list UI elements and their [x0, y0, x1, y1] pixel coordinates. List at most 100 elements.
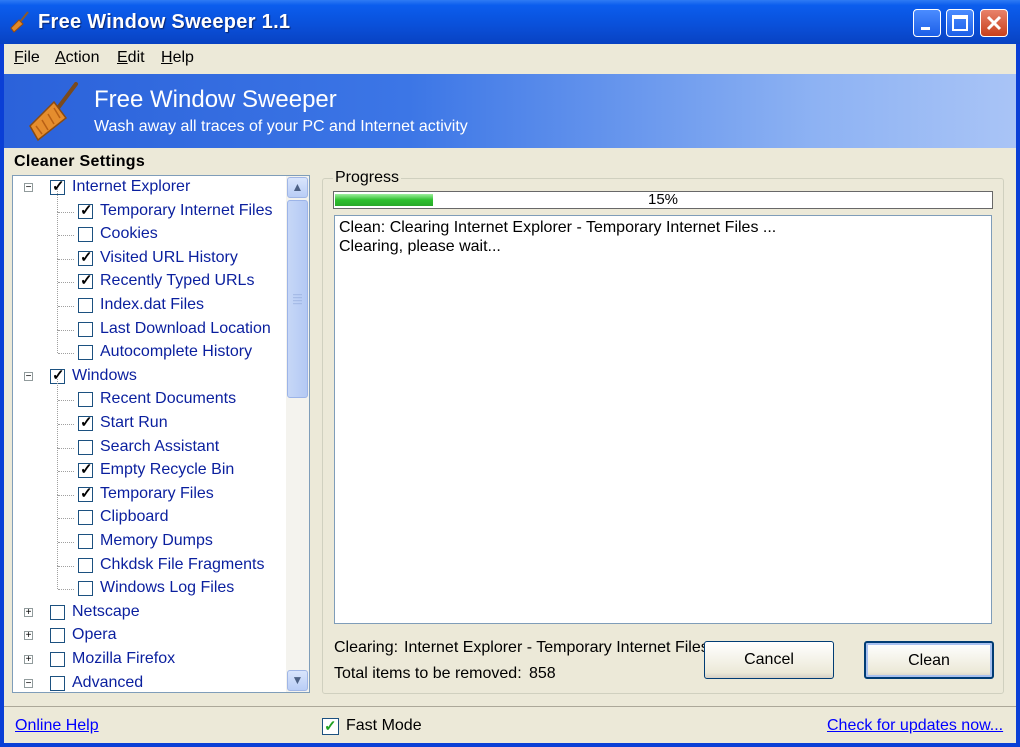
- total-items-label: Total items to be removed:: [334, 665, 522, 682]
- tree-item[interactable]: ✓ Visited URL History: [13, 235, 285, 271]
- tree-checkbox[interactable]: [50, 652, 65, 667]
- scroll-thumb[interactable]: — — — —: [287, 200, 308, 398]
- tree-checkbox[interactable]: ✓: [78, 485, 93, 502]
- tree-connector: [57, 283, 58, 306]
- tree-item[interactable]: Memory Dumps: [13, 519, 285, 554]
- tree-item[interactable]: ✓ Recently Typed URLs: [13, 259, 285, 294]
- menu-edit[interactable]: Edit: [117, 49, 145, 67]
- tree-checkbox[interactable]: [50, 628, 65, 644]
- tree-connector: [57, 306, 58, 330]
- tree-item[interactable]: Recent Documents: [13, 377, 285, 412]
- scroll-grip-icon: — — — —: [293, 289, 302, 308]
- cleaner-settings-tree[interactable]: − ✓ Internet Explorer ✓ Temporary Internet F…: [12, 175, 310, 693]
- tree-item[interactable]: Chkdsk File Fragments: [13, 542, 285, 578]
- maximize-icon: [952, 15, 968, 31]
- tree-connector: [58, 542, 74, 543]
- tree-checkbox[interactable]: [50, 604, 65, 620]
- tree-checkbox[interactable]: [78, 534, 93, 549]
- clearing-label: Clearing:: [334, 639, 399, 656]
- clean-button[interactable]: Clean: [864, 641, 994, 679]
- tree-item[interactable]: Autocomplete History: [13, 330, 285, 365]
- tree-checkbox[interactable]: [78, 557, 93, 573]
- tree-checkbox[interactable]: [78, 510, 93, 526]
- tree-connector: [58, 518, 74, 520]
- tree-item[interactable]: − ✓ Windows: [13, 366, 285, 389]
- fast-mode-label: Fast Mode: [346, 717, 422, 734]
- broom-logo-icon: [29, 82, 78, 142]
- tree-item-label: Opera: [72, 626, 117, 644]
- minimize-icon: [921, 27, 930, 30]
- checkmark-icon: ✓: [80, 201, 93, 219]
- menu-file[interactable]: File: [14, 49, 40, 67]
- collapse-icon[interactable]: −: [24, 371, 33, 381]
- tree-item[interactable]: Cookies: [13, 212, 285, 247]
- tree-item[interactable]: ✓ Start Run: [13, 401, 285, 436]
- close-button[interactable]: [980, 9, 1008, 37]
- tree-checkbox[interactable]: ✓: [78, 414, 93, 431]
- tree-checkbox[interactable]: [78, 227, 93, 243]
- tree-item-label: Chkdsk File Fragments: [100, 555, 265, 573]
- tree-item[interactable]: + Opera: [13, 625, 285, 648]
- menu-help[interactable]: Help: [161, 49, 194, 67]
- check-updates-link[interactable]: Check for updates now...: [827, 717, 1003, 735]
- tree-connector: [58, 565, 74, 567]
- menu-action[interactable]: Action: [55, 49, 99, 67]
- tree-connector: [58, 424, 74, 425]
- tree-checkbox[interactable]: [78, 345, 93, 361]
- tree-item[interactable]: ✓ Empty Recycle Bin: [13, 448, 285, 483]
- tree-item[interactable]: Index.dat Files: [13, 283, 285, 318]
- scroll-up-button[interactable]: ▲: [287, 177, 308, 198]
- tree-checkbox[interactable]: [78, 392, 93, 408]
- tree-connector: [58, 589, 74, 591]
- tree-item-label: Autocomplete History: [100, 343, 253, 361]
- footer-divider: [4, 706, 1016, 707]
- title-bar[interactable]: Free Window Sweeper 1.1: [0, 0, 1020, 44]
- tree-item-label: Memory Dumps: [100, 532, 213, 549]
- online-help-link[interactable]: Online Help: [15, 717, 99, 735]
- tree-item[interactable]: + Mozilla Firefox: [13, 649, 285, 672]
- expand-icon[interactable]: +: [24, 631, 33, 641]
- tree-checkbox[interactable]: [78, 321, 93, 337]
- cancel-button[interactable]: Cancel: [704, 641, 834, 679]
- log-output[interactable]: Clean: Clearing Internet Explorer - Temp…: [334, 215, 992, 624]
- scroll-down-button[interactable]: ▼: [287, 670, 308, 691]
- tree-item[interactable]: − Advanced: [13, 673, 285, 692]
- log-line: Clearing, please wait...: [339, 238, 501, 255]
- close-icon: [986, 15, 1002, 31]
- tree-item[interactable]: Clipboard: [13, 495, 285, 530]
- tree-connector: [58, 282, 74, 284]
- tree-checkbox[interactable]: ✓: [78, 461, 93, 479]
- tree-connector: [58, 400, 74, 402]
- tree-item[interactable]: + Netscape: [13, 602, 285, 625]
- tree-checkbox[interactable]: [78, 298, 93, 313]
- total-items-value: 858: [529, 665, 556, 682]
- tree-connector: [58, 258, 74, 260]
- expand-icon[interactable]: +: [24, 655, 33, 665]
- collapse-icon[interactable]: −: [24, 183, 33, 193]
- tree-item[interactable]: ✓ Temporary Files: [13, 471, 285, 507]
- tree-connector: [57, 566, 58, 590]
- tree-item[interactable]: Windows Log Files: [13, 566, 285, 601]
- tree-connector: [57, 471, 58, 495]
- tree-scrollbar[interactable]: ▲ — — — — ▼: [286, 176, 309, 692]
- maximize-button[interactable]: [946, 9, 974, 37]
- tree-item-label: Clipboard: [100, 508, 169, 526]
- expand-icon[interactable]: +: [24, 607, 33, 617]
- tree-item-label: Last Download Location: [100, 319, 271, 337]
- tree-checkbox[interactable]: ✓: [78, 249, 93, 266]
- tree-checkbox[interactable]: [50, 675, 65, 691]
- tree-checkbox[interactable]: ✓: [78, 201, 93, 219]
- minimize-button[interactable]: [913, 9, 941, 37]
- tree-checkbox[interactable]: [78, 439, 93, 455]
- tree-item[interactable]: − ✓ Internet Explorer: [13, 177, 285, 200]
- log-line: Clean: Clearing Internet Explorer - Temp…: [339, 219, 777, 236]
- tree-item[interactable]: Search Assistant: [13, 424, 285, 460]
- tree-item-label: Visited URL History: [100, 248, 238, 266]
- tree-checkbox[interactable]: ✓: [78, 272, 93, 290]
- tree-item[interactable]: Last Download Location: [13, 306, 285, 342]
- tree-item[interactable]: ✓ Temporary Internet Files: [13, 188, 285, 224]
- fast-mode-checkbox[interactable]: ✓: [322, 718, 339, 735]
- tree-checkbox[interactable]: [78, 581, 93, 597]
- collapse-icon[interactable]: −: [24, 678, 33, 688]
- checkmark-icon: ✓: [80, 461, 93, 479]
